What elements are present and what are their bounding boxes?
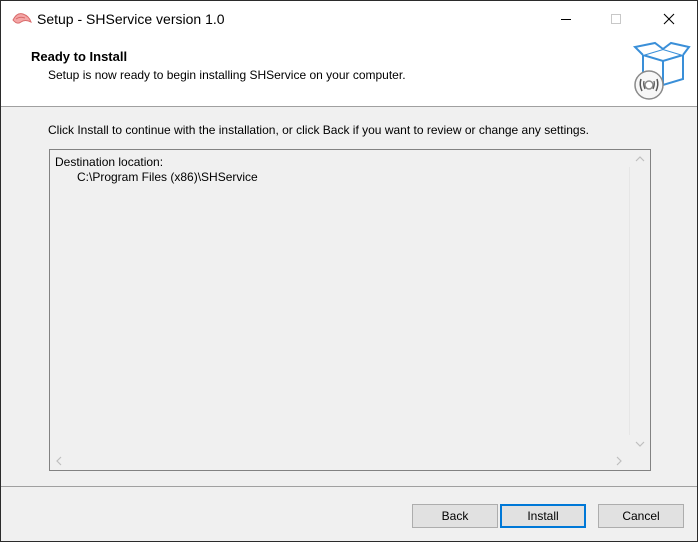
scrollbar-corner	[629, 452, 650, 470]
instruction-text: Click Install to continue with the insta…	[48, 123, 589, 137]
horizontal-scrollbar[interactable]	[50, 452, 630, 470]
back-button[interactable]: Back	[412, 504, 498, 528]
cancel-button[interactable]: Cancel	[598, 504, 684, 528]
scroll-down-button[interactable]	[629, 435, 650, 452]
scroll-left-button[interactable]	[50, 452, 67, 470]
footer-divider	[1, 486, 697, 487]
minimize-icon	[561, 19, 571, 20]
chevron-down-icon	[635, 441, 644, 447]
vertical-scroll-track[interactable]	[629, 167, 650, 435]
chevron-right-icon	[616, 456, 622, 466]
setup-window: Setup - SHService version 1.0 Ready to I…	[0, 0, 698, 542]
install-box-disc-icon	[632, 41, 691, 100]
vertical-scrollbar[interactable]	[629, 150, 650, 452]
chevron-left-icon	[55, 456, 61, 466]
install-button[interactable]: Install	[500, 504, 586, 528]
ready-memo[interactable]: Destination location: C:\Program Files (…	[49, 149, 651, 471]
minimize-button[interactable]	[543, 1, 589, 37]
scroll-right-button[interactable]	[610, 452, 627, 470]
close-button[interactable]	[646, 1, 692, 37]
page-title: Ready to Install	[31, 49, 128, 64]
header-divider	[1, 106, 697, 107]
window-title: Setup - SHService version 1.0	[37, 11, 225, 27]
chevron-up-icon	[635, 155, 644, 161]
close-icon	[663, 13, 675, 25]
maximize-button[interactable]	[593, 1, 639, 37]
setup-app-icon	[12, 13, 32, 24]
page-subtitle: Setup is now ready to begin installing S…	[48, 68, 406, 82]
scroll-up-button[interactable]	[629, 150, 650, 167]
wizard-header: Ready to Install Setup is now ready to b…	[1, 37, 697, 106]
maximize-icon	[611, 14, 621, 24]
title-bar[interactable]: Setup - SHService version 1.0	[1, 1, 697, 37]
memo-destination-path: C:\Program Files (x86)\SHService	[77, 170, 258, 184]
memo-destination-label: Destination location:	[55, 155, 164, 169]
